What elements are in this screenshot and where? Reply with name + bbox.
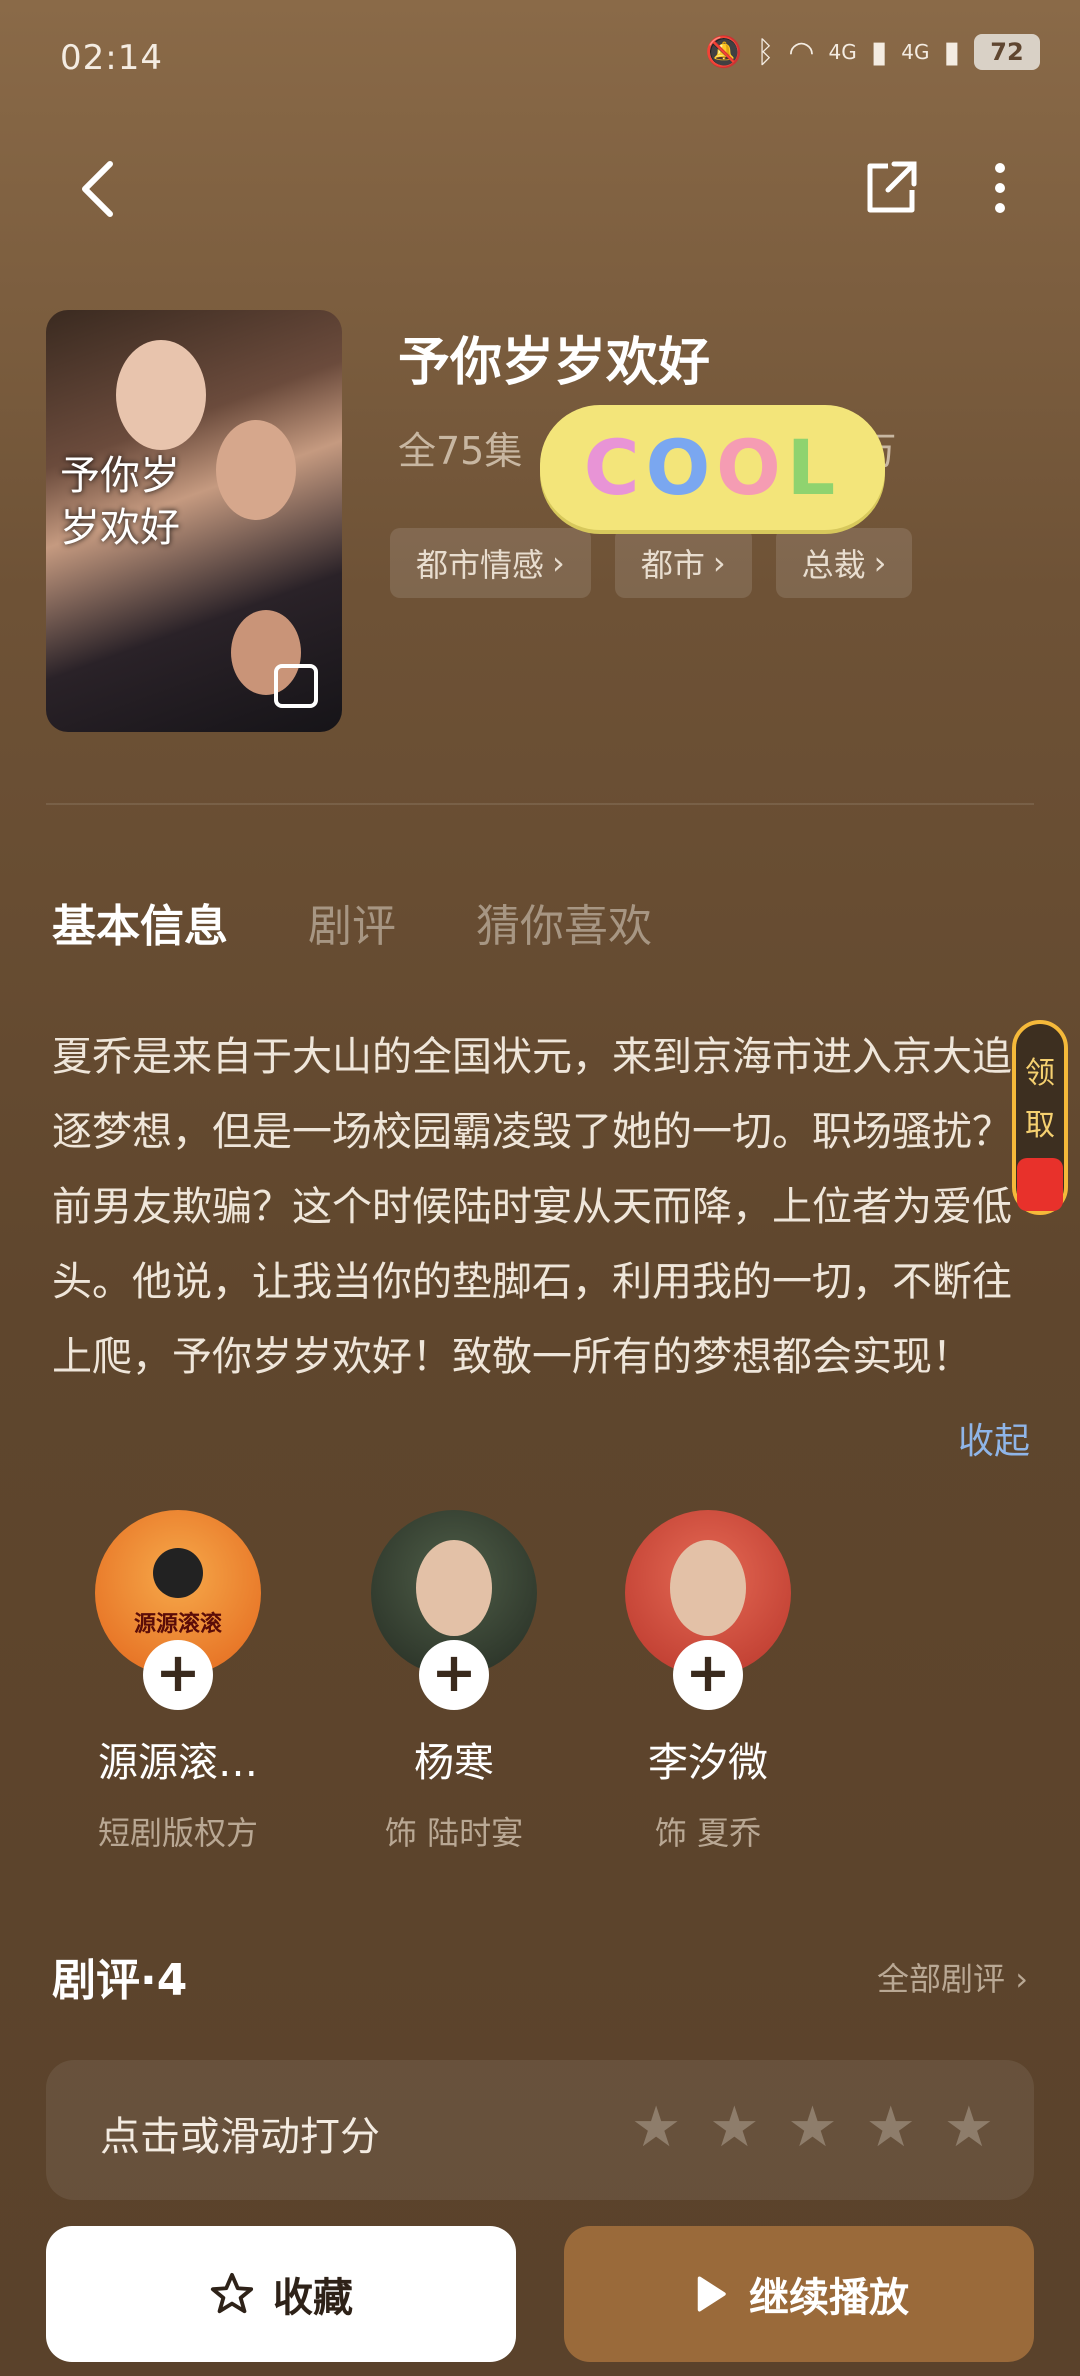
- cast-item: + 李汐微 饰 夏乔: [578, 1510, 838, 1854]
- cast-role: 饰 夏乔: [654, 1814, 762, 1852]
- cast-name: 李汐微: [648, 1740, 768, 1786]
- cast-item: + 杨寒 饰 陆时宴: [324, 1510, 584, 1854]
- cast-name: 杨寒: [414, 1740, 494, 1786]
- claim-label: 领: [1025, 1056, 1055, 1091]
- rating-label: 点击或滑动打分: [100, 2114, 380, 2160]
- cast-role: 短剧版权方: [97, 1814, 258, 1852]
- tag-list: 都市情感 › 都市 › 总裁 ›: [390, 528, 913, 598]
- cast-item: 源源滚滚 + 源源滚… 短剧版权方: [48, 1510, 308, 1854]
- follow-button[interactable]: +: [419, 1640, 489, 1710]
- share-icon: [867, 161, 917, 213]
- bluetooth-icon: ᛒ: [756, 34, 775, 70]
- tag-item[interactable]: 都市情感 ›: [390, 528, 591, 598]
- follow-button[interactable]: +: [673, 1640, 743, 1710]
- collapse-button[interactable]: 收起: [958, 1412, 1030, 1464]
- status-bar: 02:14 🔕 ᛒ ◠ 4G ▮ 4G ▮ 72: [0, 0, 1080, 120]
- share-button[interactable]: [860, 158, 920, 218]
- star-icon[interactable]: ★: [944, 2098, 994, 2158]
- sticker-letter: O: [716, 423, 787, 512]
- avatar[interactable]: +: [371, 1510, 537, 1710]
- chevron-right-icon: ›: [552, 544, 565, 582]
- signal-bars-icon-2: ▮: [943, 34, 960, 70]
- tag-label: 都市: [640, 546, 705, 584]
- poster-figure: [116, 340, 206, 450]
- star-icon[interactable]: ★: [709, 2098, 759, 2158]
- poster-figure: [216, 420, 296, 520]
- tag-item[interactable]: 总裁 ›: [775, 528, 913, 598]
- status-icons: 🔕 ᛒ ◠ 4G ▮ 4G ▮ 72: [705, 34, 1040, 70]
- panda-logo-icon: [153, 1548, 203, 1598]
- sticker-letter: C: [583, 423, 646, 512]
- claim-label: 取: [1025, 1108, 1055, 1143]
- cast-role: 饰 陆时宴: [384, 1814, 524, 1852]
- tab-recommend[interactable]: 猜你喜欢: [476, 890, 652, 954]
- star-icon[interactable]: ★: [787, 2098, 837, 2158]
- drama-title: 予你岁岁欢好: [398, 333, 711, 393]
- avatar[interactable]: 源源滚滚 +: [95, 1510, 261, 1710]
- tag-item[interactable]: 都市 ›: [614, 528, 752, 598]
- reviews-title: 剧评·4: [52, 1955, 188, 2006]
- avatar[interactable]: +: [625, 1510, 791, 1710]
- tag-label: 都市情感: [416, 546, 545, 584]
- sticker-letter: O: [645, 423, 717, 512]
- sticker-letter: L: [786, 423, 842, 512]
- tab-reviews[interactable]: 剧评: [308, 890, 396, 954]
- tag-label: 总裁: [801, 546, 866, 584]
- mute-icon: 🔕: [704, 34, 743, 70]
- all-reviews-label: 全部剧评: [877, 1960, 1006, 1998]
- poster-image[interactable]: 予你岁岁欢好: [46, 310, 342, 732]
- chevron-right-icon: ›: [712, 544, 726, 582]
- follow-button[interactable]: +: [143, 1640, 213, 1710]
- signal-4g-icon-2: 4G: [901, 40, 930, 64]
- claim-reward-button[interactable]: 领 取: [1012, 1020, 1068, 1215]
- avatar-face: [416, 1540, 492, 1636]
- episode-count: 全75集: [398, 429, 523, 473]
- avatar-face: [670, 1540, 746, 1636]
- chevron-right-icon: ›: [1005, 1960, 1028, 1998]
- play-label: 继续播放: [749, 2275, 909, 2321]
- more-vertical-icon: [995, 163, 1005, 213]
- star-rating[interactable]: ★ ★ ★ ★ ★: [631, 2098, 994, 2158]
- continue-play-button[interactable]: 继续播放: [564, 2226, 1034, 2362]
- favorite-label: 收藏: [273, 2275, 353, 2321]
- back-button[interactable]: [70, 154, 130, 224]
- cool-sticker: C O O L: [540, 405, 885, 530]
- chevron-left-icon: [82, 161, 113, 217]
- star-icon[interactable]: ★: [631, 2098, 681, 2158]
- rating-panel: 点击或滑动打分 ★ ★ ★ ★ ★: [46, 2060, 1034, 2200]
- wifi-icon: ◠: [788, 34, 815, 70]
- tab-basic-info[interactable]: 基本信息: [52, 890, 228, 954]
- favorite-button[interactable]: 收藏: [46, 2226, 516, 2362]
- play-icon: [697, 2276, 726, 2312]
- description-text: 夏乔是来自于大山的全国状元，来到京海市进入京大追逐梦想，但是一场校园霸凌毁了她的…: [52, 1034, 1012, 1380]
- cast-name: 源源滚…: [98, 1740, 258, 1786]
- chevron-right-icon: ›: [873, 544, 887, 582]
- top-nav: [0, 150, 1080, 230]
- status-time: 02:14: [60, 38, 163, 78]
- star-icon[interactable]: ★: [866, 2098, 916, 2158]
- all-reviews-link[interactable]: 全部剧评 ›: [877, 1954, 1028, 2000]
- tab-bar: 基本信息 剧评 猜你喜欢: [52, 890, 652, 954]
- poster-title: 予你岁岁欢好: [60, 453, 180, 551]
- signal-4g-icon: 4G: [828, 40, 857, 64]
- gallery-icon: [274, 664, 318, 708]
- battery-indicator: 72: [974, 34, 1040, 70]
- red-envelope-icon: [1017, 1158, 1063, 1211]
- divider: [46, 803, 1034, 805]
- cast-badge-text: 源源滚滚: [133, 1612, 222, 1637]
- star-outline-icon: [210, 2272, 254, 2314]
- signal-bars-icon: ▮: [870, 34, 888, 70]
- more-button[interactable]: [980, 158, 1020, 218]
